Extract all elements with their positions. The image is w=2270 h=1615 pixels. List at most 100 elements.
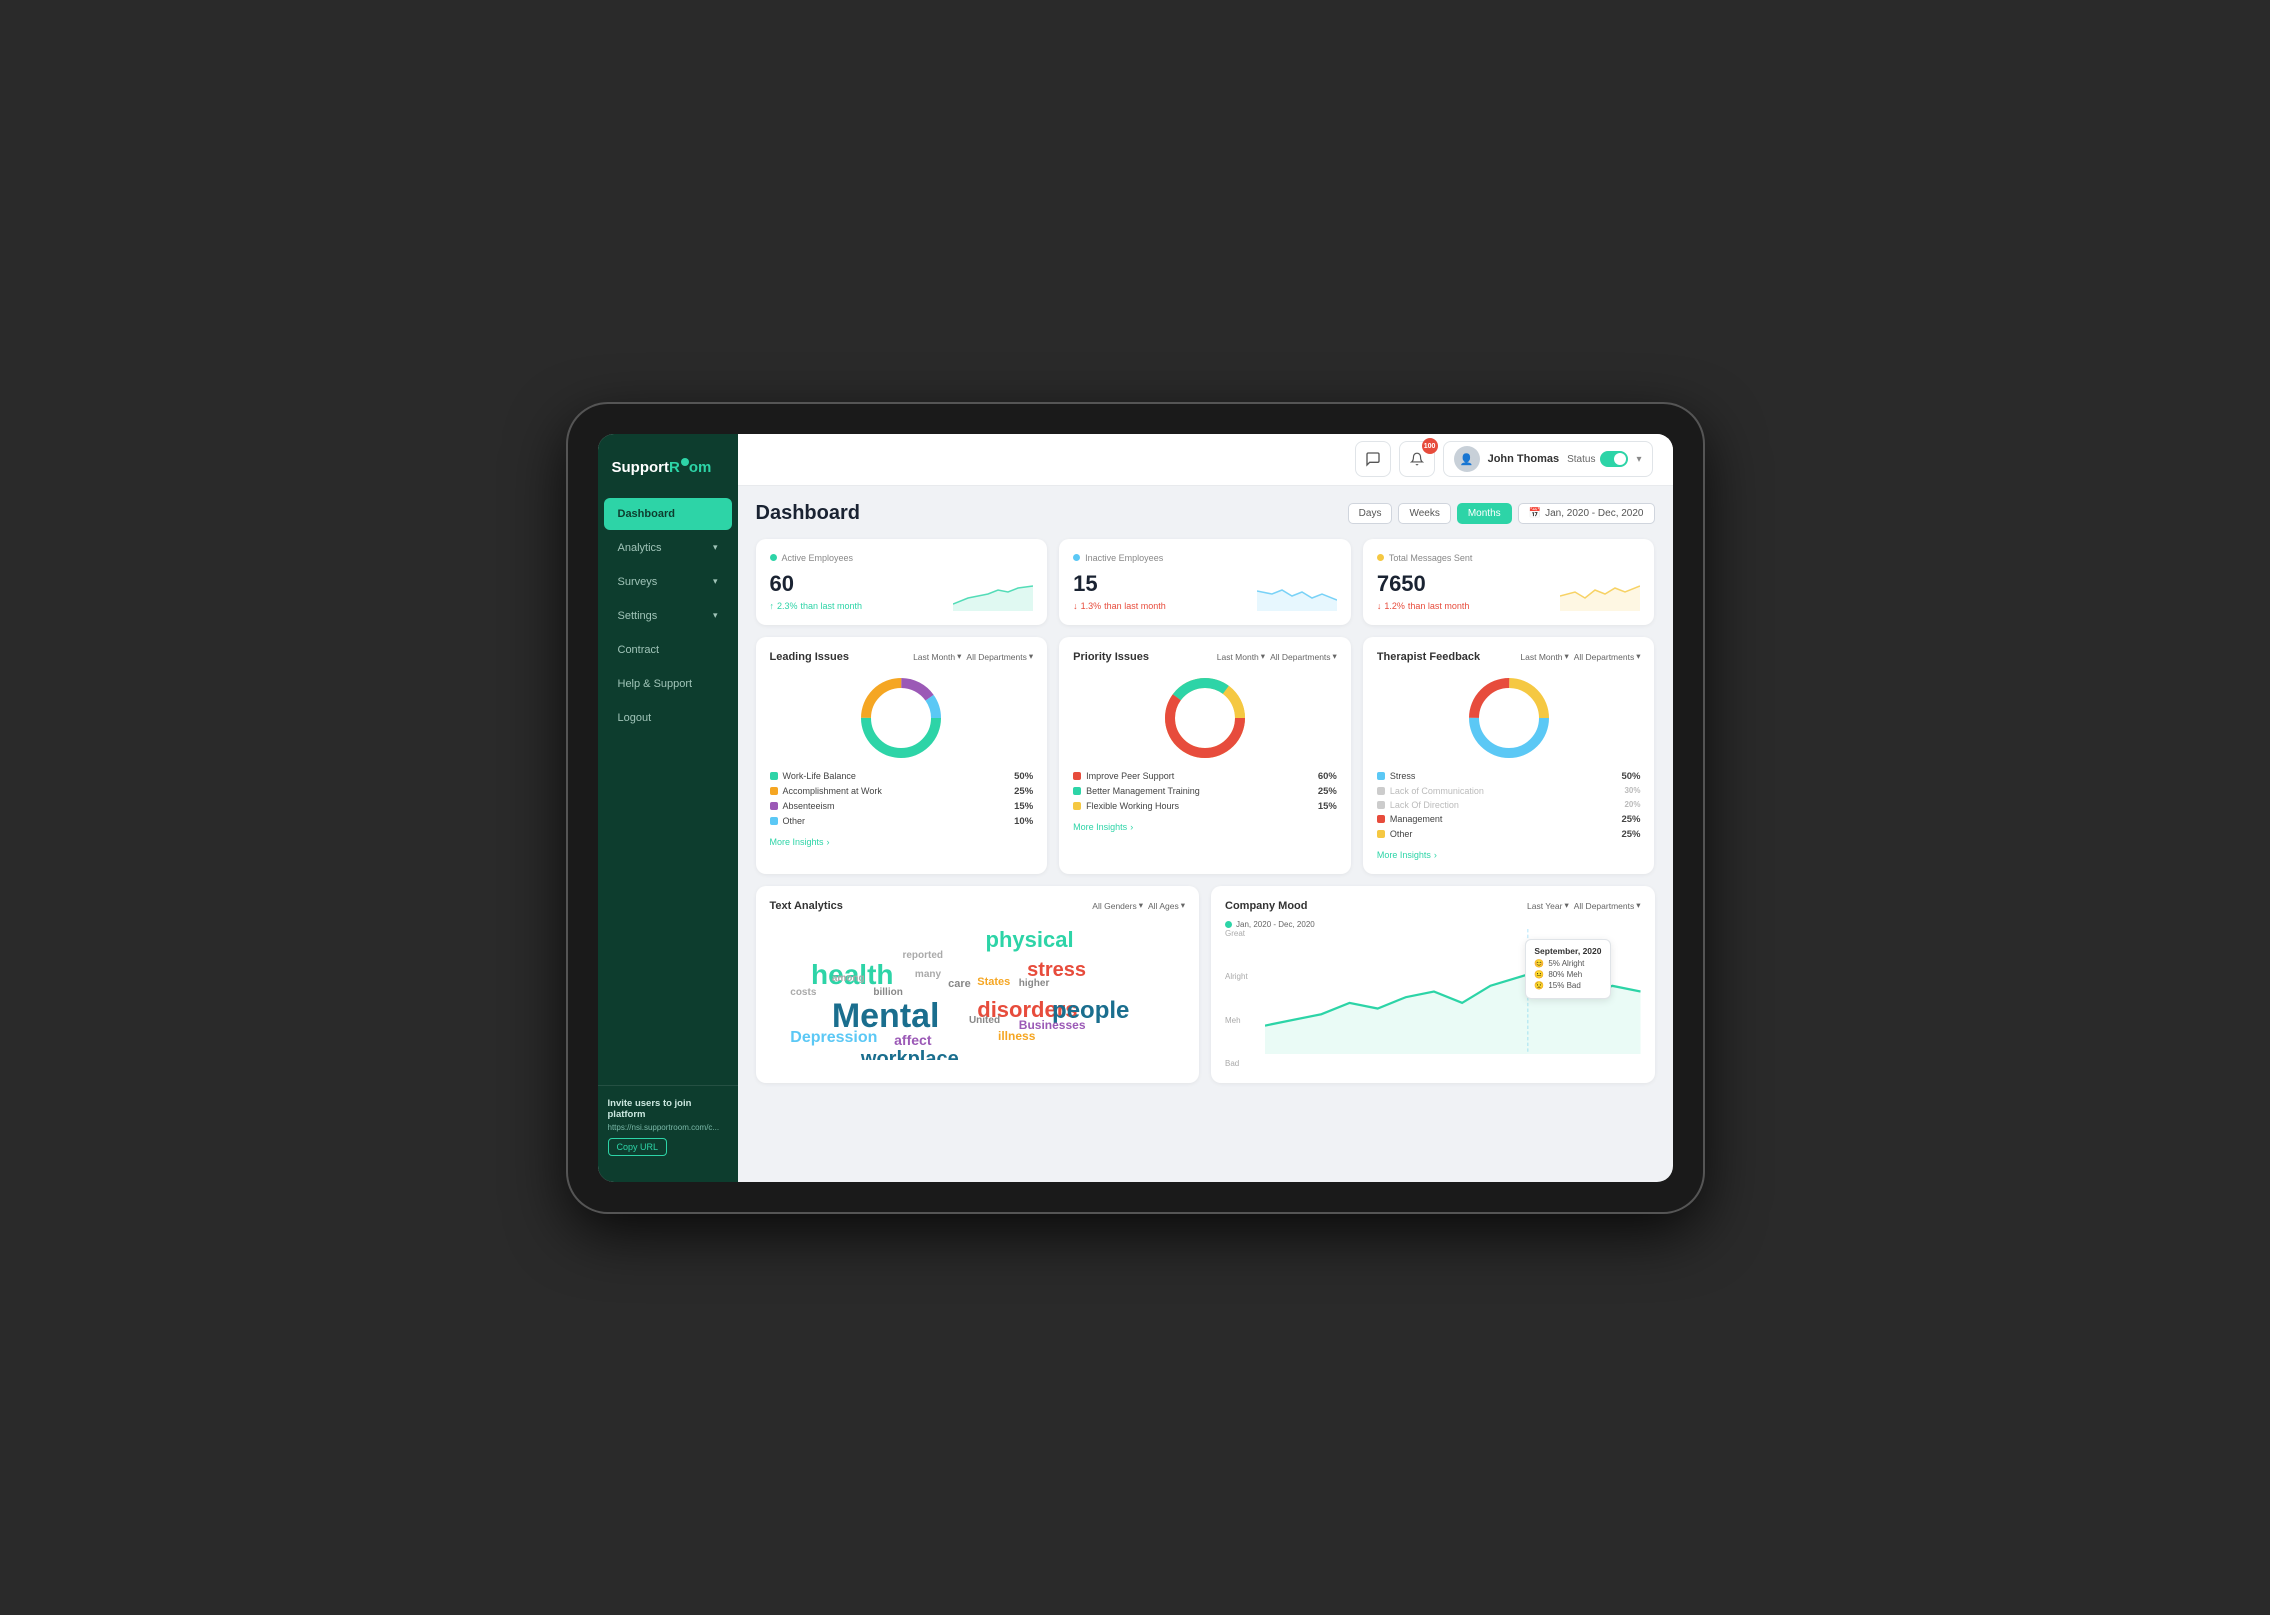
word-cloud-word: affect — [894, 1032, 931, 1048]
tablet-screen: SupportRom Dashboard Analytics ▾ Surveys… — [598, 434, 1673, 1182]
more-insights-link[interactable]: More Insights › — [1377, 850, 1641, 860]
sidebar-item-contract[interactable]: Contract — [604, 634, 732, 666]
legend-item: Flexible Working Hours 15% — [1073, 801, 1337, 812]
calendar-icon: 📅 — [1529, 508, 1541, 519]
legend-item: Better Management Training 25% — [1073, 786, 1337, 797]
chat-button[interactable] — [1355, 441, 1391, 477]
all-genders-filter[interactable]: All Genders ▾ — [1092, 900, 1143, 911]
y-label: Great — [1225, 929, 1248, 938]
sidebar: SupportRom Dashboard Analytics ▾ Surveys… — [598, 434, 738, 1182]
word-cloud-word: States — [977, 976, 1010, 988]
tooltip-item: 😐 80% Meh — [1534, 970, 1601, 979]
word-cloud-word: many — [915, 969, 941, 980]
stat-card-body: 15 ↓ 1.3% than last month — [1073, 571, 1337, 611]
sidebar-nav: Dashboard Analytics ▾ Surveys ▾ Settings… — [598, 496, 738, 1077]
more-insights-link[interactable]: More Insights › — [770, 837, 1034, 847]
page-title: Dashboard — [756, 502, 860, 525]
therapist-feedback-card: Therapist Feedback Last Month ▾ All Depa… — [1363, 637, 1655, 874]
all-departments-filter[interactable]: All Departments ▾ — [1270, 651, 1337, 662]
last-month-filter[interactable]: Last Month ▾ — [913, 651, 961, 662]
date-range-picker[interactable]: 📅 Jan, 2020 - Dec, 2020 — [1518, 503, 1655, 524]
y-label: Alright — [1225, 972, 1248, 981]
donut-chart-container — [1073, 673, 1337, 763]
user-section[interactable]: 👤 John Thomas Status ▾ — [1443, 441, 1653, 477]
dashboard-body: Dashboard Days Weeks Months 📅 Jan, 2020 … — [738, 486, 1673, 1182]
months-button[interactable]: Months — [1457, 503, 1512, 524]
stat-card-inactive-employees: Inactive Employees 15 ↓ 1.3% than last m… — [1059, 539, 1351, 625]
all-departments-filter[interactable]: All Departments ▾ — [966, 651, 1033, 662]
copy-url-button[interactable]: Copy URL — [608, 1138, 668, 1156]
therapist-feedback-donut — [1464, 673, 1554, 763]
insight-filters: Last Month ▾ All Departments ▾ — [1217, 651, 1337, 662]
stat-card-header: Total Messages Sent — [1377, 553, 1641, 563]
insight-title: Priority Issues — [1073, 651, 1149, 663]
arrow-down-icon: ↓ — [1073, 601, 1078, 611]
avatar: 👤 — [1454, 446, 1480, 472]
stat-value: 60 — [770, 571, 863, 597]
stat-label: Total Messages Sent — [1389, 553, 1473, 563]
legend-item: Absenteeism 15% — [770, 801, 1034, 812]
sidebar-item-analytics[interactable]: Analytics ▾ — [604, 532, 732, 564]
sidebar-item-surveys[interactable]: Surveys ▾ — [604, 566, 732, 598]
stat-card-body: 60 ↑ 2.3% than last month — [770, 571, 1034, 611]
tooltip-item: 😟 15% Bad — [1534, 981, 1601, 990]
insight-title: Leading Issues — [770, 651, 849, 663]
sidebar-item-logout[interactable]: Logout — [604, 702, 732, 734]
stat-change: ↓ 1.2% than last month — [1377, 601, 1470, 611]
y-label: Bad — [1225, 1059, 1248, 1068]
days-button[interactable]: Days — [1348, 503, 1393, 524]
stat-card-header: Active Employees — [770, 553, 1034, 563]
mood-chart: Great Alright Meh Bad — [1225, 929, 1641, 1069]
last-month-filter[interactable]: Last Month ▾ — [1217, 651, 1265, 662]
sparkline-chart — [1257, 576, 1337, 611]
bottom-cards: Text Analytics All Genders ▾ All Ages ▾ … — [756, 886, 1655, 1083]
stat-change: ↑ 2.3% than last month — [770, 601, 863, 611]
status-toggle[interactable] — [1600, 451, 1628, 467]
insight-card-header: Leading Issues Last Month ▾ All Departme… — [770, 651, 1034, 663]
y-axis-labels: Great Alright Meh Bad — [1225, 929, 1248, 1069]
priority-issues-legend: Improve Peer Support 60% Better Manageme… — [1073, 771, 1337, 812]
stat-card-body: 7650 ↓ 1.2% than last month — [1377, 571, 1641, 611]
stat-dot — [770, 554, 777, 561]
chevron-icon: ▾ — [713, 576, 718, 587]
stat-dot — [1073, 554, 1080, 561]
priority-issues-donut — [1160, 673, 1250, 763]
weeks-button[interactable]: Weeks — [1398, 503, 1450, 524]
sidebar-item-settings[interactable]: Settings ▾ — [604, 600, 732, 632]
main-content: 100 👤 John Thomas Status ▾ Dashboard — [738, 434, 1673, 1182]
all-departments-filter[interactable]: All Departments ▾ — [1574, 900, 1641, 911]
insight-card-header: Therapist Feedback Last Month ▾ All Depa… — [1377, 651, 1641, 663]
word-cloud-word: Depression — [790, 1029, 877, 1047]
chart-area: September, 2020 😊 5% Alright 😐 80% Meh — [1265, 929, 1641, 1054]
chevron-icon: ▾ — [713, 610, 718, 621]
word-cloud-word: United — [969, 1015, 1000, 1026]
mood-date-range: Jan, 2020 - Dec, 2020 — [1225, 920, 1641, 929]
legend-item: Work-Life Balance 50% — [770, 771, 1034, 782]
arrow-up-icon: ↑ — [770, 601, 775, 611]
chevron-icon: ▾ — [713, 542, 718, 553]
word-cloud-word: billion — [873, 987, 902, 998]
tablet-frame: SupportRom Dashboard Analytics ▾ Surveys… — [568, 404, 1703, 1212]
sidebar-item-help-support[interactable]: Help & Support — [604, 668, 732, 700]
notification-badge: 100 — [1422, 438, 1438, 454]
stat-label: Active Employees — [782, 553, 854, 563]
last-year-filter[interactable]: Last Year ▾ — [1527, 900, 1569, 911]
donut-chart-container — [770, 673, 1034, 763]
dashboard-header: Dashboard Days Weeks Months 📅 Jan, 2020 … — [756, 502, 1655, 525]
stat-change: ↓ 1.3% than last month — [1073, 601, 1166, 611]
user-name: John Thomas — [1488, 453, 1560, 465]
bottom-card-header: Company Mood Last Year ▾ All Departments… — [1225, 900, 1641, 912]
stat-cards: Active Employees 60 ↑ 2.3% than last mon… — [756, 539, 1655, 625]
invite-title: Invite users to join platform — [608, 1098, 728, 1120]
invite-url: https://nsi.supportroom.com/c... — [608, 1123, 728, 1132]
sidebar-item-dashboard[interactable]: Dashboard — [604, 498, 732, 530]
card-title: Text Analytics — [770, 900, 843, 912]
all-ages-filter[interactable]: All Ages ▾ — [1148, 900, 1185, 911]
last-month-filter[interactable]: Last Month ▾ — [1520, 651, 1568, 662]
company-mood-card: Company Mood Last Year ▾ All Departments… — [1211, 886, 1655, 1083]
notification-button[interactable]: 100 — [1399, 441, 1435, 477]
company-mood-filters: Last Year ▾ All Departments ▾ — [1527, 900, 1640, 911]
more-insights-link[interactable]: More Insights › — [1073, 822, 1337, 832]
all-departments-filter[interactable]: All Departments ▾ — [1574, 651, 1641, 662]
leading-issues-legend: Work-Life Balance 50% Accomplishment at … — [770, 771, 1034, 827]
